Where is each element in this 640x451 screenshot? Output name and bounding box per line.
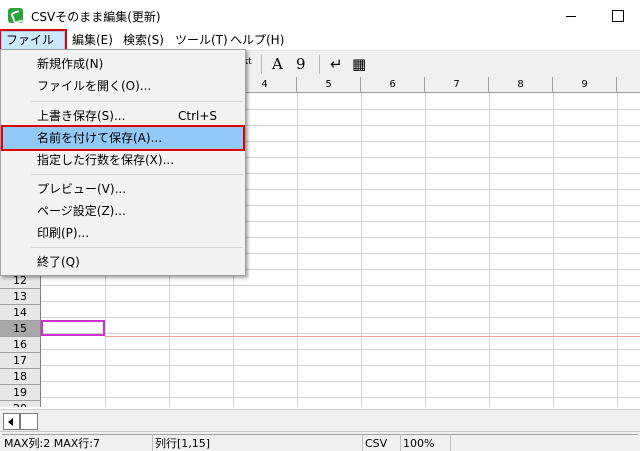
menu-separator (31, 174, 243, 175)
menu-item-label: 指定した行数を保存(X)... (37, 153, 175, 167)
column-header[interactable] (617, 77, 640, 93)
window-title: CSVそのまま編集(更新) (31, 10, 161, 24)
grid-line (41, 333, 640, 334)
cell-cursor[interactable] (41, 320, 105, 336)
column-header[interactable]: 5 (297, 77, 361, 93)
toolbar-separator (319, 55, 320, 74)
menu-item-label: 新規作成(N) (37, 57, 104, 71)
status-max-info: MAX列:2 MAX行:7 (2, 434, 152, 451)
return-icon[interactable]: ↵ (330, 55, 343, 74)
row-header[interactable]: 16 (0, 337, 41, 353)
menu-item-label: 上書き保存(S)... (37, 109, 126, 123)
menu-item-save-rows[interactable]: 指定した行数を保存(X)... (3, 149, 243, 171)
menu-item-shortcut: Ctrl+S (178, 109, 218, 123)
menu-item-open[interactable]: ファイルを開く(O)... (3, 75, 243, 97)
column-header[interactable]: 6 (361, 77, 425, 93)
menu-separator (31, 101, 243, 102)
status-zoom: 100% (400, 434, 450, 451)
minimize-button[interactable] (548, 0, 594, 31)
menu-item-label: プレビュー(V)... (37, 182, 127, 196)
grid-line (41, 381, 640, 382)
status-empty-pane (450, 434, 638, 451)
grid-line (41, 285, 640, 286)
menu-item-new[interactable]: 新規作成(N) (3, 53, 243, 75)
toolbar-separator (261, 55, 262, 74)
cursor-row-line (105, 336, 640, 337)
menu-item-preview[interactable]: プレビュー(V)... (3, 178, 243, 200)
grid-line (41, 365, 640, 366)
grid-line (41, 317, 640, 318)
font-icon[interactable]: A (272, 55, 283, 74)
column-header[interactable]: 7 (425, 77, 489, 93)
file-menu-dropdown: 新規作成(N) ファイルを開く(O)... 上書き保存(S)... Ctrl+S… (0, 49, 246, 276)
menu-item-save-as[interactable]: 名前を付けて保存(A)... (1, 125, 245, 151)
menu-separator (31, 247, 243, 248)
menu-item-label: 終了(Q) (37, 255, 80, 269)
menu-item-label: 名前を付けて保存(A)... (37, 131, 163, 145)
title-bar: CSVそのまま編集(更新) (0, 0, 640, 31)
row-header[interactable]: 13 (0, 289, 41, 305)
row-header[interactable]: 19 (0, 385, 41, 401)
menu-item-save[interactable]: 上書き保存(S)... Ctrl+S (3, 105, 243, 127)
horizontal-scrollbar[interactable] (0, 409, 640, 431)
maximize-button[interactable] (594, 0, 640, 31)
menu-search[interactable]: 検索(S) (119, 31, 168, 50)
row-header[interactable]: 14 (0, 305, 41, 321)
table-icon[interactable]: ▦ (352, 55, 366, 74)
grid-line (41, 397, 640, 398)
column-header[interactable]: 8 (489, 77, 553, 93)
scroll-left-button[interactable] (3, 413, 20, 430)
menu-item-page-setup[interactable]: ページ設定(Z)... (3, 200, 243, 222)
menu-item-label: ページ設定(Z)... (37, 204, 126, 218)
menu-tools[interactable]: ツール(T) (171, 31, 232, 50)
app-icon (8, 8, 23, 23)
menu-item-label: ファイルを開く(O)... (37, 79, 152, 93)
status-position: 列行[1,15] (152, 434, 362, 451)
scroll-thumb[interactable] (20, 413, 38, 430)
menu-help[interactable]: ヘルプ(H) (226, 31, 288, 50)
row-header[interactable]: 18 (0, 369, 41, 385)
menu-file[interactable]: ファイル(F) (0, 29, 67, 64)
menu-edit[interactable]: 編集(E) (68, 31, 117, 50)
menu-item-print[interactable]: 印刷(P)... (3, 222, 243, 244)
menu-bar: ファイル(F) 編集(E) 検索(S) ツール(T) ヘルプ(H) (0, 29, 640, 64)
status-bar: MAX列:2 MAX行:7 列行[1,15] CSV 100% (0, 431, 640, 451)
menu-item-label: 印刷(P)... (37, 226, 90, 240)
menu-item-exit[interactable]: 終了(Q) (3, 251, 243, 273)
grid-line (41, 349, 640, 350)
row-header[interactable]: 17 (0, 353, 41, 369)
number-format-icon[interactable]: 9 (296, 55, 306, 74)
grid-line (41, 301, 640, 302)
status-format: CSV (362, 434, 400, 451)
column-header[interactable]: 9 (553, 77, 617, 93)
row-header-selected[interactable]: 15 (0, 321, 41, 337)
row-header[interactable]: 20 (0, 401, 41, 407)
